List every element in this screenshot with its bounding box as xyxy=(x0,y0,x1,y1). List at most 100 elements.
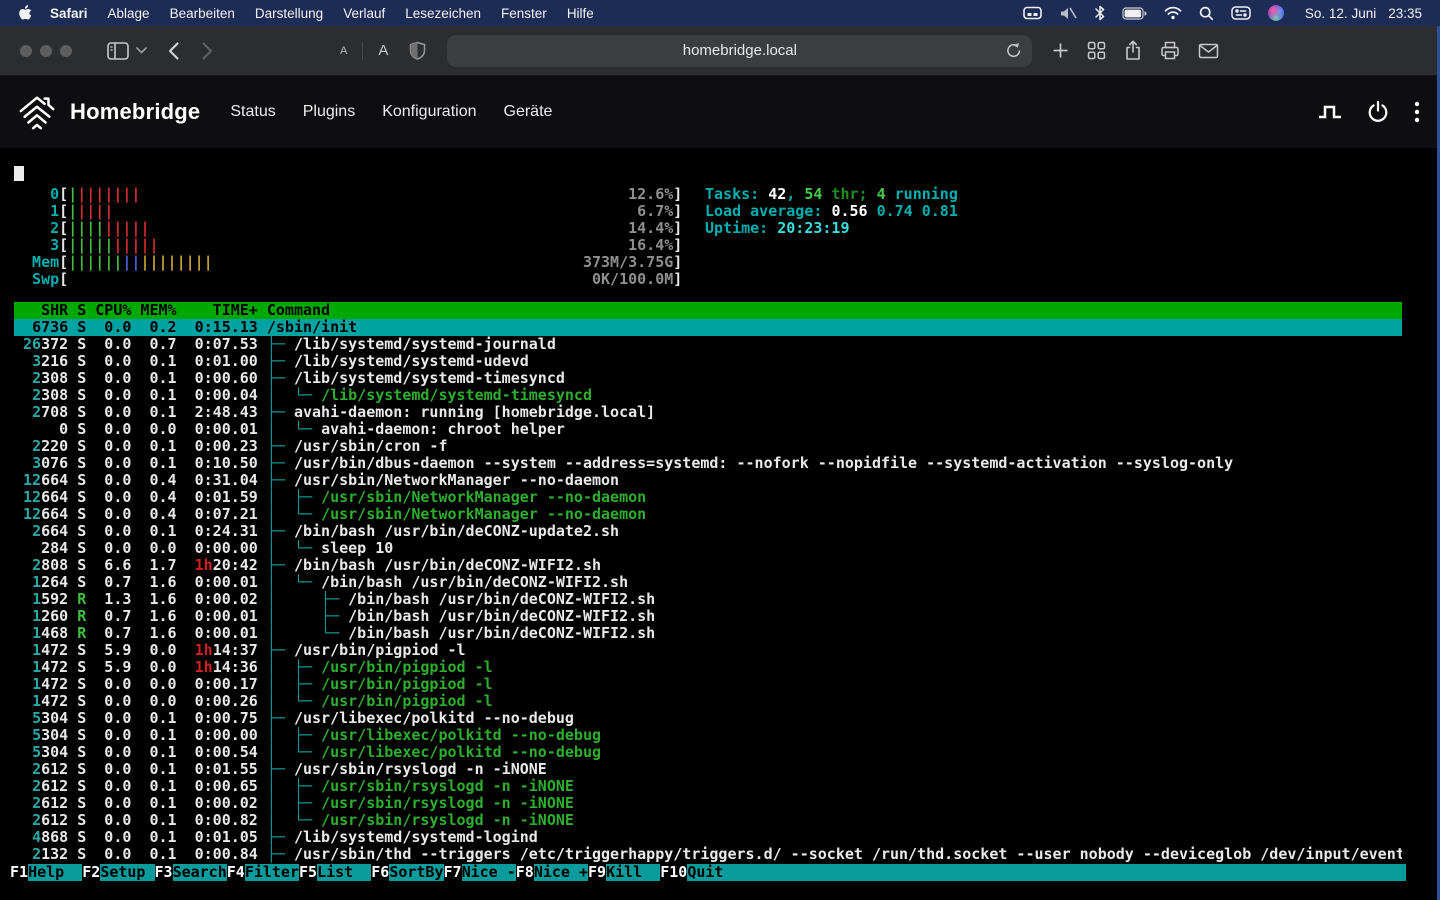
display-icon[interactable] xyxy=(1023,6,1042,20)
fnkey-f4[interactable]: F4Filter xyxy=(227,864,299,881)
process-row[interactable]: 2708 S 0.0 0.1 2:48.43 ├─ avahi-daemon: … xyxy=(14,404,1402,421)
sidebar-icon[interactable] xyxy=(107,42,129,60)
process-row[interactable]: 12664 S 0.0 0.4 0:31.04 ├─ /usr/sbin/Net… xyxy=(14,472,1402,489)
forward-icon[interactable] xyxy=(202,42,213,60)
bluetooth-icon[interactable] xyxy=(1095,5,1105,21)
fnkey-f1[interactable]: F1Help xyxy=(10,864,82,881)
process-row[interactable]: 2612 S 0.0 0.1 0:00.65 │ ├─ /usr/sbin/rs… xyxy=(14,778,1402,795)
process-row[interactable]: 2808 S 6.6 1.7 1h20:42 ├─ /bin/bash /usr… xyxy=(14,557,1402,574)
load-average-line: Load average: 0.56 0.74 0.81 xyxy=(705,203,958,220)
meter-swp: Swp[ 0K/100.0M] xyxy=(14,271,682,288)
apple-menu-icon[interactable] xyxy=(14,5,40,21)
nav-item-geräte[interactable]: Geräte xyxy=(504,103,553,121)
menubar-clock[interactable]: So. 12. Juni 23:35 xyxy=(1305,6,1422,21)
safari-toolbar: A A homebridge.local xyxy=(0,26,1440,76)
process-row[interactable]: 1264 S 0.7 1.6 0:00.01 │ └─ /bin/bash /u… xyxy=(14,574,1402,591)
process-row[interactable]: 1472 S 5.9 0.0 1h14:36 │ ├─ /usr/bin/pig… xyxy=(14,659,1402,676)
menubar-item-bearbeiten[interactable]: Bearbeiten xyxy=(160,6,245,21)
share-icon[interactable] xyxy=(1124,40,1142,61)
fnkey-f2[interactable]: F2Setup xyxy=(82,864,154,881)
address-bar[interactable]: homebridge.local xyxy=(447,35,1032,67)
fnbar-filler xyxy=(742,864,1406,881)
process-row[interactable]: 2308 S 0.0 0.1 0:00.60 ├─ /lib/systemd/s… xyxy=(14,370,1402,387)
fnkey-f6[interactable]: F6SortBy xyxy=(371,864,443,881)
process-row[interactable]: 2308 S 0.0 0.1 0:00.04 │ └─ /lib/systemd… xyxy=(14,387,1402,404)
zoom-window-button[interactable] xyxy=(60,45,72,57)
siri-icon[interactable] xyxy=(1268,5,1284,21)
process-row[interactable]: 2664 S 0.0 0.1 0:24.31 ├─ /bin/bash /usr… xyxy=(14,523,1402,540)
menubar-item-verlauf[interactable]: Verlauf xyxy=(333,6,395,21)
process-row[interactable]: 5304 S 0.0 0.1 0:00.75 ├─ /usr/libexec/p… xyxy=(14,710,1402,727)
privacy-shield-icon[interactable] xyxy=(409,41,426,60)
close-window-button[interactable] xyxy=(20,45,32,57)
cpu-memory-meters: 0[|||||||| 12.6%] 1[||||| 6.7%] 2[||||||… xyxy=(14,186,682,288)
process-row[interactable]: 12664 S 0.0 0.4 0:01.59 │ ├─ /usr/sbin/N… xyxy=(14,489,1402,506)
print-icon[interactable] xyxy=(1160,41,1180,60)
terminal-cursor xyxy=(14,166,24,181)
process-row[interactable]: 26372 S 0.0 0.7 0:07.53 ├─ /lib/systemd/… xyxy=(14,336,1402,353)
process-table-header[interactable]: SHR S CPU% MEM% TIME+ Command xyxy=(14,302,1402,319)
spotlight-icon[interactable] xyxy=(1199,6,1214,21)
process-row[interactable]: 1472 S 0.0 0.0 0:00.17 │ ├─ /usr/bin/pig… xyxy=(14,676,1402,693)
power-icon[interactable] xyxy=(1366,100,1390,124)
back-icon[interactable] xyxy=(168,42,179,60)
nav-item-status[interactable]: Status xyxy=(230,103,275,121)
process-row[interactable]: 5304 S 0.0 0.1 0:00.00 │ ├─ /usr/libexec… xyxy=(14,727,1402,744)
process-row[interactable]: 1472 S 0.0 0.0 0:00.26 │ └─ /usr/bin/pig… xyxy=(14,693,1402,710)
menubar-item-fenster[interactable]: Fenster xyxy=(491,6,557,21)
homebridge-logo-icon[interactable] xyxy=(16,91,58,133)
menubar-item-ablage[interactable]: Ablage xyxy=(98,6,160,21)
fnkey-f5[interactable]: F5List xyxy=(299,864,371,881)
process-row[interactable]: 4868 S 0.0 0.1 0:01.05 ├─ /lib/systemd/s… xyxy=(14,829,1402,846)
process-row[interactable]: 3076 S 0.0 0.1 0:10.50 ├─ /usr/bin/dbus-… xyxy=(14,455,1402,472)
process-row-selected[interactable]: 6736 S 0.0 0.2 0:15.13 /sbin/init xyxy=(14,319,1402,336)
chevron-down-icon[interactable] xyxy=(136,47,147,54)
wifi-icon[interactable] xyxy=(1164,6,1182,20)
reload-icon[interactable] xyxy=(1006,42,1022,59)
volume-muted-icon[interactable] xyxy=(1059,6,1078,21)
control-center-icon[interactable] xyxy=(1231,6,1251,20)
window-controls xyxy=(20,45,80,57)
process-row[interactable]: 2220 S 0.0 0.1 0:00.23 ├─ /usr/sbin/cron… xyxy=(14,438,1402,455)
process-row[interactable]: 1260 R 0.7 1.6 0:00.01 │ ├─ /bin/bash /u… xyxy=(14,608,1402,625)
overflow-menu-icon[interactable] xyxy=(1414,100,1420,124)
new-tab-icon[interactable] xyxy=(1052,42,1069,59)
process-row[interactable]: 5304 S 0.0 0.1 0:00.54 │ └─ /usr/libexec… xyxy=(14,744,1402,761)
minimize-window-button[interactable] xyxy=(40,45,52,57)
menubar-item-hilfe[interactable]: Hilfe xyxy=(557,6,604,21)
process-row[interactable]: 0 S 0.0 0.0 0:00.01 │ └─ avahi-daemon: c… xyxy=(14,421,1402,438)
battery-icon[interactable] xyxy=(1122,7,1147,20)
fnkey-f9[interactable]: F9Kill xyxy=(588,864,660,881)
fnkey-f8[interactable]: F8Nice + xyxy=(516,864,588,881)
nav-item-konfiguration[interactable]: Konfiguration xyxy=(382,103,476,121)
menubar-item-darstellung[interactable]: Darstellung xyxy=(245,6,333,21)
menubar-item-lesezeichen[interactable]: Lesezeichen xyxy=(395,6,491,21)
fnkey-f10[interactable]: F10Quit xyxy=(660,864,741,881)
process-row[interactable]: 284 S 0.0 0.0 0:00.00 │ └─ sleep 10 xyxy=(14,540,1402,557)
process-row[interactable]: 2612 S 0.0 0.1 0:00.82 │ └─ /usr/sbin/rs… xyxy=(14,812,1402,829)
process-row[interactable]: 2612 S 0.0 0.1 0:01.55 ├─ /usr/sbin/rsys… xyxy=(14,761,1402,778)
process-row[interactable]: 3216 S 0.0 0.1 0:01.00 ├─ /lib/systemd/s… xyxy=(14,353,1402,370)
text-larger-icon[interactable]: A xyxy=(378,42,388,59)
fnkey-f3[interactable]: F3Search xyxy=(155,864,227,881)
log-pulse-icon[interactable] xyxy=(1318,102,1342,122)
process-row[interactable]: 1468 R 0.7 1.6 0:00.01 │ └─ /bin/bash /u… xyxy=(14,625,1402,642)
nav-item-plugins[interactable]: Plugins xyxy=(303,103,355,121)
menubar-items: SafariAblageBearbeitenDarstellungVerlauf… xyxy=(40,6,604,21)
mail-icon[interactable] xyxy=(1198,43,1219,59)
fnkey-f7[interactable]: F7Nice - xyxy=(444,864,516,881)
tab-overview-icon[interactable] xyxy=(1087,41,1106,60)
process-row[interactable]: 2132 S 0.0 0.1 0:00.84 ├─ /usr/sbin/thd … xyxy=(14,846,1402,863)
homebridge-title[interactable]: Homebridge xyxy=(70,99,200,125)
homebridge-nav: Status Plugins Konfiguration Geräte xyxy=(230,103,552,121)
process-row[interactable]: 1472 S 5.9 0.0 1h14:37 ├─ /usr/bin/pigpi… xyxy=(14,642,1402,659)
process-row[interactable]: 1592 R 1.3 1.6 0:00.02 │ ├─ /bin/bash /u… xyxy=(14,591,1402,608)
menubar-item-safari[interactable]: Safari xyxy=(40,6,98,21)
meter-mem: Mem[|||||||||||||||| 373M/3.75G] xyxy=(14,254,682,271)
process-row[interactable]: 2612 S 0.0 0.1 0:00.02 │ ├─ /usr/sbin/rs… xyxy=(14,795,1402,812)
htop-terminal[interactable]: 0[|||||||| 12.6%] 1[||||| 6.7%] 2[||||||… xyxy=(14,160,1402,886)
clock-date: So. 12. Juni xyxy=(1305,6,1376,21)
meter-2: 2[||||||||| 14.4%] xyxy=(14,220,682,237)
text-smaller-icon[interactable]: A xyxy=(340,45,347,57)
process-row[interactable]: 12664 S 0.0 0.4 0:07.21 │ └─ /usr/sbin/N… xyxy=(14,506,1402,523)
